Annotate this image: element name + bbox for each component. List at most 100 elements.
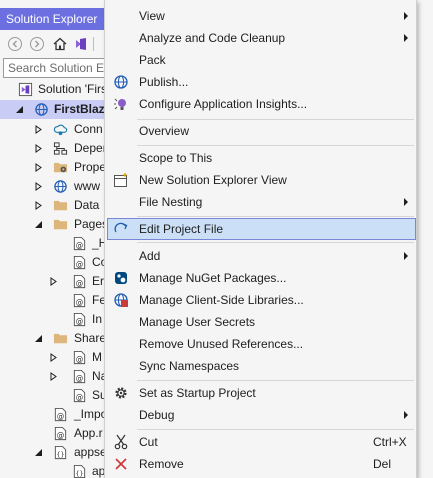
tree-item-file[interactable]: @ Su xyxy=(0,386,106,405)
menu-item-label: Remove xyxy=(139,457,184,471)
expand-arrow-icon[interactable] xyxy=(34,201,43,210)
menu-item-edit-project-file[interactable]: Edit Project File xyxy=(107,218,416,240)
expand-arrow-icon[interactable] xyxy=(34,163,43,172)
menu-item-label: New Solution Explorer View xyxy=(139,173,287,187)
tree-item-pages-folder[interactable]: Pages xyxy=(0,215,106,234)
menu-item-new-view[interactable]: New Solution Explorer View xyxy=(107,169,416,191)
switch-views-icon[interactable] xyxy=(73,36,89,52)
tree-item-file[interactable]: {} appse xyxy=(0,443,106,462)
tree-item-solution[interactable]: Solution 'Firs xyxy=(0,80,106,99)
collapse-arrow-icon[interactable] xyxy=(15,105,24,114)
menu-item-remove[interactable]: Remove Del xyxy=(107,453,416,475)
menu-item-label: Remove Unused References... xyxy=(139,337,304,351)
tree-item-file[interactable]: @ Co xyxy=(0,253,106,272)
menu-item-file-nesting[interactable]: File Nesting xyxy=(107,191,416,213)
tree-item-properties[interactable]: Prope xyxy=(0,158,106,177)
edit-project-file-icon xyxy=(114,222,128,233)
submenu-arrow-icon xyxy=(404,411,408,419)
svg-text:@: @ xyxy=(76,278,84,287)
submenu-arrow-icon xyxy=(404,198,408,206)
folder-icon xyxy=(53,200,68,211)
menu-item-cut[interactable]: Cut Ctrl+X xyxy=(107,431,416,453)
menu-separator xyxy=(137,429,414,430)
tree-item-connected-services[interactable]: Conn xyxy=(0,120,106,139)
menu-item-shortcut: Del xyxy=(373,457,392,471)
menu-item-debug[interactable]: Debug xyxy=(107,404,416,426)
menu-item-view[interactable]: View xyxy=(107,5,416,27)
tree-item-file[interactable]: @ Na xyxy=(0,367,106,386)
menu-item-app-insights[interactable]: Configure Application Insights... xyxy=(107,93,416,115)
svg-text:@: @ xyxy=(76,316,84,325)
menu-item-sync-namespaces[interactable]: Sync Namespaces xyxy=(107,355,416,377)
expand-arrow-icon[interactable] xyxy=(34,144,43,153)
menu-item-label: View xyxy=(139,9,165,23)
expand-arrow-icon[interactable] xyxy=(49,353,58,362)
collapse-arrow-icon[interactable] xyxy=(34,220,43,229)
tree-item-shared-folder[interactable]: Share xyxy=(0,329,106,348)
tree-item-file[interactable]: @ _H xyxy=(0,234,106,253)
tree-item-label: App.r xyxy=(74,426,103,440)
svg-text:@: @ xyxy=(76,259,84,268)
menu-item-nuget[interactable]: Manage NuGet Packages... xyxy=(107,267,416,289)
razor-file-icon: @ xyxy=(73,274,86,289)
menu-item-pack[interactable]: Pack xyxy=(107,49,416,71)
svg-text:@: @ xyxy=(76,354,84,363)
tree-item-label: FirstBlaz xyxy=(54,102,105,116)
tree-item-project[interactable]: FirstBlaz xyxy=(0,100,106,119)
menu-item-label: Scope to This xyxy=(139,151,213,165)
razor-file-icon: @ xyxy=(73,255,86,270)
tree-item-file[interactable]: @ Fe xyxy=(0,291,106,310)
expand-arrow-icon[interactable] xyxy=(34,182,43,191)
tree-item-file[interactable]: @ M xyxy=(0,348,106,367)
menu-item-add[interactable]: Add xyxy=(107,245,416,267)
menu-item-overview[interactable]: Overview xyxy=(107,120,416,142)
menu-item-client-libraries[interactable]: Manage Client-Side Libraries... xyxy=(107,289,416,311)
menu-item-label: Sync Namespaces xyxy=(139,359,240,373)
svg-text:{}: {} xyxy=(76,469,84,477)
back-icon[interactable] xyxy=(7,36,23,52)
home-icon[interactable] xyxy=(52,36,68,52)
tree-item-wwwroot[interactable]: www xyxy=(0,177,106,196)
scissors-icon xyxy=(114,434,128,450)
tree-item-label: www xyxy=(74,179,100,193)
menu-item-remove-unused-references[interactable]: Remove Unused References... xyxy=(107,333,416,355)
tree-item-file[interactable]: @ In xyxy=(0,310,106,329)
tree-item-dependencies[interactable]: Depen xyxy=(0,139,106,158)
menu-separator xyxy=(137,145,414,146)
menu-item-publish[interactable]: Publish... xyxy=(107,71,416,93)
expand-arrow-icon[interactable] xyxy=(49,277,58,286)
submenu-arrow-icon xyxy=(404,252,408,260)
tree-item-file[interactable]: @ _Impo xyxy=(0,405,106,424)
solution-icon xyxy=(18,82,33,97)
tree-item-file[interactable]: @ Er xyxy=(0,272,106,291)
json-file-icon: {} xyxy=(73,464,86,478)
forward-icon[interactable] xyxy=(29,36,45,52)
tree-item-file[interactable]: @ App.r xyxy=(0,424,106,443)
tree-item-label: Data xyxy=(74,198,100,212)
expand-arrow-icon[interactable] xyxy=(49,372,58,381)
menu-item-scope[interactable]: Scope to This xyxy=(107,147,416,169)
menu-separator xyxy=(137,216,414,217)
context-menu: View Analyze and Code Cleanup Pack Publi… xyxy=(104,0,417,478)
search-input[interactable]: Search Solution Ex xyxy=(3,58,106,78)
razor-file-icon: @ xyxy=(73,350,86,365)
collapse-arrow-icon[interactable] xyxy=(34,334,43,343)
tree-item-data-folder[interactable]: Data xyxy=(0,196,106,215)
submenu-arrow-icon xyxy=(404,34,408,42)
json-file-icon: {} xyxy=(54,445,67,460)
collapse-arrow-icon[interactable] xyxy=(34,448,43,457)
menu-item-analyze[interactable]: Analyze and Code Cleanup xyxy=(107,27,416,49)
tree-item-file[interactable]: {} ap xyxy=(0,462,106,478)
nuget-icon xyxy=(115,272,127,284)
menu-item-user-secrets[interactable]: Manage User Secrets xyxy=(107,311,416,333)
globe-icon xyxy=(54,180,67,193)
toolbar-separator xyxy=(93,37,94,51)
gear-icon xyxy=(115,387,127,399)
expand-arrow-icon[interactable] xyxy=(34,125,43,134)
app-insights-icon xyxy=(114,98,126,110)
menu-item-set-startup[interactable]: Set as Startup Project xyxy=(107,382,416,404)
solution-tree: Solution 'Firs FirstBlaz Conn Depen Prop… xyxy=(0,80,106,478)
menu-item-label: Debug xyxy=(139,408,175,422)
solution-explorer-title[interactable]: Solution Explorer xyxy=(0,8,106,30)
tree-item-label: Pages xyxy=(74,217,106,231)
